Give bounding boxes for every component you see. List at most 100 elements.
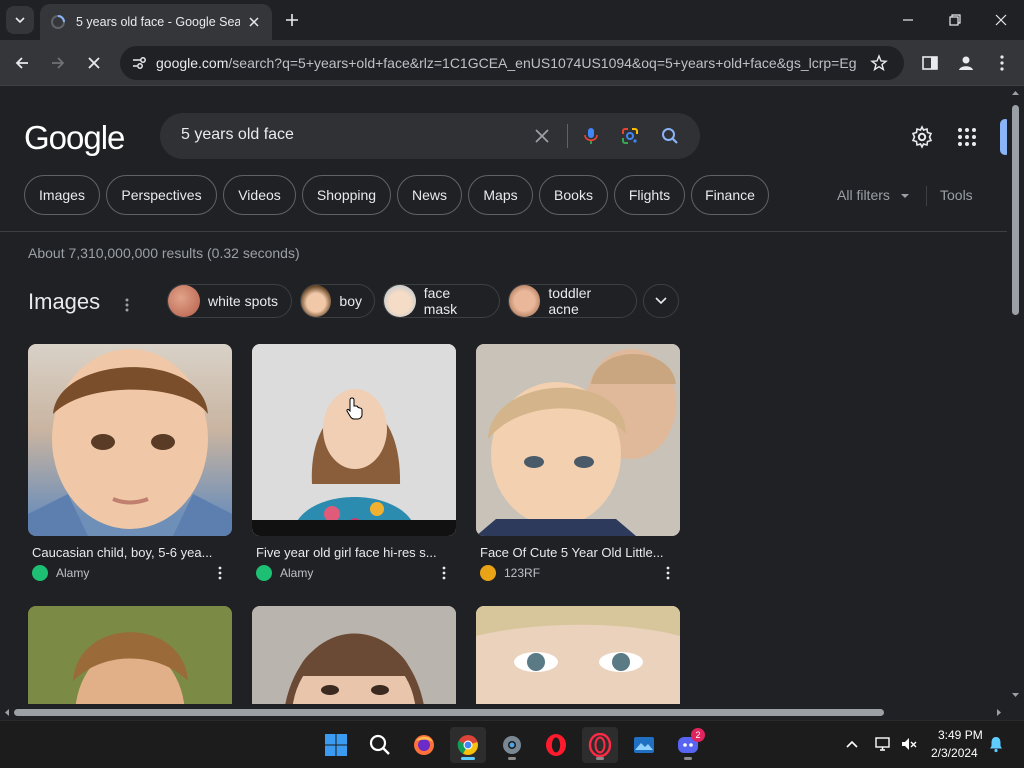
scroll-right-icon[interactable] — [995, 708, 1003, 717]
image-result-title[interactable]: Caucasian child, boy, 5-6 yea... — [32, 545, 228, 560]
volume-muted-icon[interactable] — [900, 735, 918, 753]
profile-icon[interactable] — [956, 53, 976, 73]
account-button-edge[interactable] — [1000, 119, 1007, 155]
all-filters-button[interactable]: All filters — [837, 187, 890, 203]
scroll-left-icon[interactable] — [3, 708, 11, 717]
boy-face-photo — [28, 349, 232, 536]
filter-chip-books[interactable]: Books — [539, 175, 608, 215]
vertical-scrollbar[interactable] — [1007, 87, 1024, 704]
more-options-icon[interactable] — [120, 295, 134, 315]
restore-icon[interactable] — [945, 10, 965, 30]
scrollbar-thumb[interactable] — [14, 709, 884, 716]
image-result-thumbnail[interactable] — [476, 606, 680, 704]
search-icon[interactable] — [660, 126, 680, 146]
filter-chip-videos[interactable]: Videos — [223, 175, 296, 215]
tools-button[interactable]: Tools — [940, 187, 973, 203]
images-section-title[interactable]: Images — [28, 289, 100, 315]
refine-chip-white-spots[interactable]: white spots — [167, 284, 292, 318]
taskbar-settings[interactable] — [494, 727, 530, 763]
image-result-thumbnail[interactable] — [28, 606, 232, 704]
stop-loading-icon[interactable] — [84, 53, 104, 73]
google-apps-icon[interactable] — [957, 127, 977, 147]
taskbar: 2 — [0, 720, 1024, 768]
filter-chip-images[interactable]: Images — [24, 175, 100, 215]
taskbar-chrome[interactable] — [450, 727, 486, 763]
girl-bangs-photo — [252, 606, 456, 704]
clock-time[interactable]: 3:49 PM — [938, 728, 983, 742]
refine-chip-boy[interactable]: boy — [300, 284, 375, 318]
bookmark-star-icon[interactable] — [870, 54, 888, 72]
search-box[interactable]: 5 years old face — [160, 113, 700, 159]
site-settings-icon[interactable] — [130, 54, 148, 72]
address-bar[interactable]: google.com/search?q=5+years+old+face&rlz… — [120, 46, 904, 80]
refine-chip-label: toddler acne — [548, 285, 592, 317]
side-panel-icon[interactable] — [920, 53, 940, 73]
filter-chip-perspectives[interactable]: Perspectives — [106, 175, 217, 215]
more-options-icon[interactable] — [216, 565, 224, 581]
result-stats: About 7,310,000,000 results (0.32 second… — [28, 245, 300, 261]
image-result-source[interactable]: 123RF — [480, 565, 540, 581]
boy-eyes-closeup-photo — [476, 606, 680, 704]
horizontal-scrollbar[interactable] — [0, 704, 1007, 720]
alamy-logo-icon — [32, 565, 48, 581]
image-result-title[interactable]: Face Of Cute 5 Year Old Little... — [480, 545, 676, 560]
clock-date[interactable]: 2/3/2024 — [931, 746, 978, 760]
filter-chip-flights[interactable]: Flights — [614, 175, 685, 215]
url-text: google.com/search?q=5+years+old+face&rlz… — [156, 55, 856, 71]
start-button[interactable] — [318, 727, 354, 763]
network-icon[interactable] — [874, 735, 892, 753]
more-options-icon[interactable] — [664, 565, 672, 581]
image-result-title[interactable]: Five year old girl face hi-res s... — [256, 545, 452, 560]
google-logo[interactable]: Google — [24, 119, 125, 157]
notification-badge: 2 — [691, 728, 705, 742]
taskbar-photos[interactable] — [626, 727, 662, 763]
settings-gear-icon[interactable] — [910, 125, 934, 149]
chevron-up-icon[interactable] — [845, 738, 859, 750]
minimize-icon[interactable] — [898, 10, 918, 30]
url-path: /search?q=5+years+old+face&rlz=1C1GCEA_e… — [228, 55, 856, 71]
chevron-down-icon — [655, 297, 667, 305]
filter-chip-finance[interactable]: Finance — [691, 175, 769, 215]
chrome-menu-icon[interactable] — [992, 53, 1012, 73]
taskbar-opera[interactable] — [538, 727, 574, 763]
new-tab-icon[interactable] — [282, 10, 302, 30]
close-tab-icon[interactable] — [246, 14, 262, 30]
image-result-thumbnail[interactable] — [252, 344, 456, 536]
lens-search-icon[interactable] — [620, 126, 640, 146]
notification-bell-icon[interactable] — [988, 735, 1004, 753]
close-window-icon[interactable] — [991, 10, 1011, 30]
more-options-icon[interactable] — [440, 565, 448, 581]
scroll-up-icon[interactable] — [1011, 89, 1020, 97]
source-name: Alamy — [56, 566, 90, 580]
refine-chip-face-mask[interactable]: face mask — [383, 284, 500, 318]
filter-chip-news[interactable]: News — [397, 175, 462, 215]
photos-icon — [634, 737, 654, 753]
taskbar-firefox[interactable] — [406, 727, 442, 763]
image-result-thumbnail[interactable] — [252, 606, 456, 704]
taskbar-discord[interactable]: 2 — [670, 727, 706, 763]
tab-search-button[interactable] — [6, 6, 34, 34]
taskbar-search-button[interactable] — [362, 727, 398, 763]
voice-search-icon[interactable] — [581, 126, 601, 146]
refine-chip-label: boy — [339, 293, 362, 309]
running-app-indicator — [596, 757, 604, 760]
forward-arrow-icon[interactable] — [48, 53, 68, 73]
image-result-thumbnail[interactable] — [28, 344, 232, 536]
filter-chip-maps[interactable]: Maps — [468, 175, 533, 215]
filter-chip-shopping[interactable]: Shopping — [302, 175, 391, 215]
scroll-down-icon[interactable] — [1011, 691, 1020, 699]
tab-active[interactable]: 5 years old face - Google Search — [40, 4, 272, 40]
refine-chip-toddler-acne[interactable]: toddler acne — [508, 284, 637, 318]
back-arrow-icon[interactable] — [12, 53, 32, 73]
image-result-thumbnail[interactable] — [476, 344, 680, 536]
opera-icon — [546, 734, 566, 756]
hand-cursor-icon — [346, 397, 363, 420]
scrollbar-thumb[interactable] — [1012, 105, 1019, 315]
taskbar-opera-gx[interactable] — [582, 727, 618, 763]
image-result-source[interactable]: Alamy — [256, 565, 313, 581]
clear-search-icon[interactable] — [532, 126, 552, 146]
chip-thumbnail — [301, 285, 332, 317]
image-result-source[interactable]: Alamy — [32, 565, 89, 581]
search-input[interactable]: 5 years old face — [181, 126, 294, 144]
more-refinements-button[interactable] — [643, 284, 679, 318]
